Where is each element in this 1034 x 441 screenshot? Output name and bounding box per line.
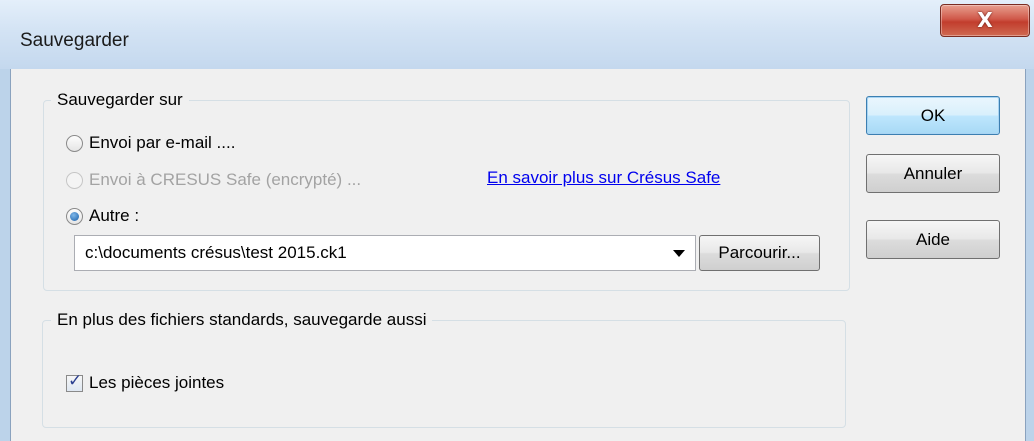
dropdown-arrow-icon[interactable] — [673, 250, 685, 257]
cresus-safe-info-link[interactable]: En savoir plus sur Crésus Safe — [487, 168, 720, 188]
destination-group-legend: Sauvegarder sur — [51, 90, 189, 110]
radio-other-indicator[interactable] — [66, 207, 83, 225]
radio-email-label: Envoi par e-mail .... — [89, 133, 236, 152]
radio-cresus-safe-indicator[interactable] — [66, 171, 83, 189]
close-icon: X — [977, 8, 993, 32]
radio-cresus-safe-label: Envoi à CRESUS Safe (encrypté) ... — [89, 170, 362, 189]
browse-button[interactable]: Parcourir... — [699, 235, 820, 271]
path-value: c:\documents crésus\test 2015.ck1 — [85, 243, 347, 262]
radio-cresus-safe[interactable]: Envoi à CRESUS Safe (encrypté) ... — [66, 170, 361, 190]
radio-other-label: Autre : — [89, 206, 140, 225]
attachments-checkbox[interactable]: ✓ Les pièces jointes — [66, 371, 225, 393]
dialog-body: Sauvegarder sur Envoi par e-mail .... En… — [10, 69, 1026, 441]
cancel-button[interactable]: Annuler — [866, 154, 1000, 193]
attachments-checkbox-box[interactable]: ✓ — [66, 371, 83, 392]
radio-email[interactable]: Envoi par e-mail .... — [66, 133, 235, 153]
checkmark-icon: ✓ — [68, 370, 83, 391]
help-button[interactable]: Aide — [866, 220, 1000, 259]
title-bar[interactable]: Sauvegarder X — [0, 0, 1034, 69]
radio-email-indicator[interactable] — [66, 134, 83, 152]
extra-files-group-legend: En plus des fichiers standards, sauvegar… — [51, 310, 433, 330]
ok-button[interactable]: OK — [866, 96, 1000, 135]
close-button[interactable]: X — [940, 4, 1030, 37]
window-title: Sauvegarder — [20, 30, 129, 51]
radio-other[interactable]: Autre : — [66, 206, 139, 226]
attachments-checkbox-label: Les pièces jointes — [89, 373, 225, 392]
save-dialog-window: Sauvegarder X Sauvegarder sur Envoi par … — [0, 0, 1034, 441]
path-combobox[interactable]: c:\documents crésus\test 2015.ck1 — [74, 235, 696, 271]
